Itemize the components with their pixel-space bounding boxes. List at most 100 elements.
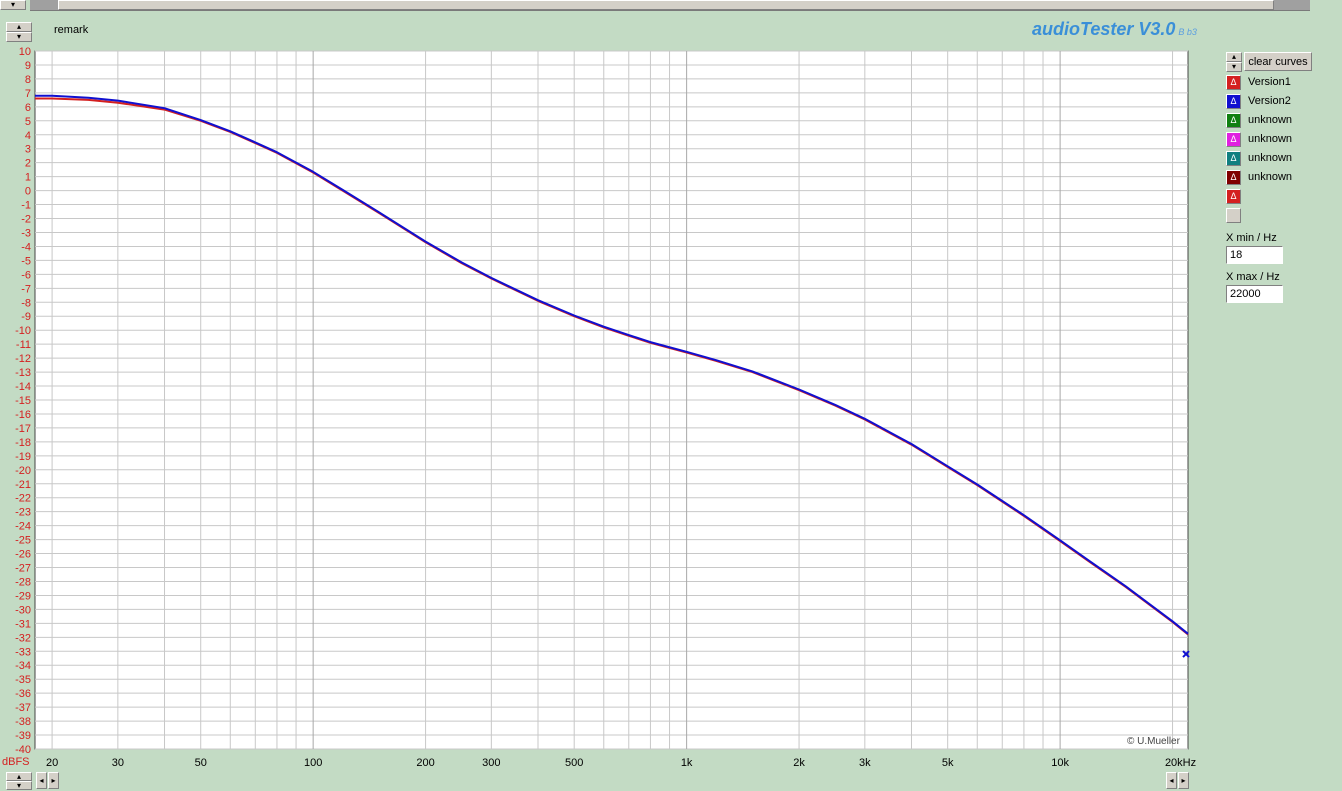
x-tick-label: 50 (195, 757, 207, 769)
y-tick-label: -13 (15, 367, 31, 379)
y-tick-label: 3 (25, 144, 31, 156)
y-tick-label: -27 (15, 563, 31, 575)
legend-row[interactable]: Δ (1226, 188, 1248, 204)
y-tick-label: 7 (25, 88, 31, 100)
y-tick-label: -21 (15, 479, 31, 491)
legend-color-button[interactable]: Δ (1226, 150, 1241, 166)
legend-spinner-down[interactable]: ▾ (1226, 62, 1242, 72)
x-tick-label: 200 (416, 757, 434, 769)
y-tick-label: -34 (15, 660, 31, 672)
y-tick-label: -37 (15, 702, 31, 714)
y-tick-label: -10 (15, 325, 31, 337)
x-tick-label: 500 (565, 757, 583, 769)
scroll-right-button[interactable]: ▸ (48, 772, 59, 789)
xmin-input[interactable] (1226, 246, 1283, 264)
y-tick-label: -25 (15, 535, 31, 547)
y-tick-label: 5 (25, 116, 31, 128)
y-tick-label: -36 (15, 688, 31, 700)
y-tick-label: -18 (15, 437, 31, 449)
legend-row[interactable]: Δunknown (1226, 169, 1292, 185)
y-tick-label: -30 (15, 604, 31, 616)
scroll-left-button[interactable]: ◂ (36, 772, 47, 789)
y-tick-label: -19 (15, 451, 31, 463)
y-tick-label: -8 (21, 297, 31, 309)
legend-row[interactable]: Δunknown (1226, 150, 1292, 166)
y-tick-label: -14 (15, 381, 31, 393)
y-tick-label: 0 (25, 186, 31, 198)
legend-label: unknown (1248, 152, 1293, 164)
y-tick-label: -15 (15, 395, 31, 407)
y-tick-label: -5 (21, 255, 31, 267)
legend-label: Version2 (1248, 95, 1291, 107)
y-tick-label: -2 (21, 214, 31, 226)
y-tick-label: -29 (15, 590, 31, 602)
y-tick-label: -28 (15, 576, 31, 588)
frequency-response-chart: 109876543210-1-2-3-4-5-6-7-8-9-10-11-12-… (2, 46, 1196, 769)
x-tick-label: 20kHz (1165, 757, 1196, 769)
y-tick-label: -4 (21, 241, 31, 253)
y-tick-label: -6 (21, 269, 31, 281)
legend-spinner[interactable]: ▴ ▾ (1226, 52, 1242, 72)
scroll-right-end-left-button[interactable]: ◂ (1166, 772, 1177, 789)
legend-row[interactable]: Δ Version2 (1226, 93, 1291, 109)
y-tick-label: -17 (15, 423, 31, 435)
y-tick-label: -12 (15, 353, 31, 365)
legend-color-button[interactable]: Δ (1226, 131, 1241, 147)
y-tick-label: 8 (25, 74, 31, 86)
legend-color-button[interactable]: Δ (1226, 188, 1241, 204)
bottom-left-spinner[interactable]: ▴ ▾ (6, 772, 32, 790)
y-tick-label: -33 (15, 646, 31, 658)
y-tick-label: -26 (15, 549, 31, 561)
y-tick-label: -11 (16, 339, 31, 351)
y-tick-label: 6 (25, 102, 31, 114)
y-tick-label: 1 (25, 172, 31, 184)
y-tick-label: -24 (15, 521, 31, 533)
x-tick-labels: 20 30 50 100 200 300 500 1k 2k 3k 5k 10k 20kHz (46, 757, 1196, 769)
legend-color-button[interactable]: Δ (1226, 93, 1241, 109)
legend-label: unknown (1248, 114, 1293, 126)
x-tick-label: 10k (1051, 757, 1069, 769)
legend-color-button[interactable]: Δ (1226, 74, 1241, 90)
y-tick-label: -3 (21, 227, 31, 239)
y-tick-label: -16 (15, 409, 31, 421)
y-tick-labels: 109876543210-1-2-3-4-5-6-7-8-9-10-11-12-… (15, 46, 31, 756)
x-tick-label: 3k (859, 757, 871, 769)
y-tick-label: 4 (25, 130, 31, 142)
y-tick-label: -39 (15, 730, 31, 742)
y-tick-label: 9 (25, 60, 31, 72)
legend-label: Version1 (1248, 76, 1291, 88)
y-tick-label: -23 (15, 507, 31, 519)
y-tick-label: 10 (19, 46, 31, 58)
scroll-right-end-right-button[interactable]: ▸ (1178, 772, 1189, 789)
legend-color-button[interactable]: Δ (1226, 169, 1241, 185)
bottom-spinner-down[interactable]: ▾ (6, 781, 32, 790)
x-tick-label: 300 (482, 757, 500, 769)
xmin-label: X min / Hz (1226, 232, 1277, 244)
y-axis-label: dBFS (2, 756, 30, 768)
y-tick-label: 2 (25, 158, 31, 170)
y-tick-label: -32 (15, 632, 31, 644)
legend-row[interactable]: Δ Version1 (1226, 74, 1291, 90)
legend-color-button[interactable]: Δ (1226, 112, 1241, 128)
x-tick-label: 30 (112, 757, 124, 769)
x-tick-label: 2k (793, 757, 805, 769)
legend-row[interactable]: Δunknown (1226, 131, 1292, 147)
legend-row[interactable] (1226, 207, 1248, 223)
y-tick-label: -38 (15, 716, 31, 728)
legend-label: unknown (1248, 133, 1293, 145)
xmax-label: X max / Hz (1226, 271, 1280, 283)
copyright-text: © U.Mueller (1127, 736, 1180, 747)
clear-curves-button[interactable]: clear curves (1244, 52, 1312, 71)
xmax-input[interactable] (1226, 285, 1283, 303)
x-tick-label: 20 (46, 757, 58, 769)
legend-spinner-up[interactable]: ▴ (1226, 52, 1242, 62)
x-tick-label: 100 (304, 757, 322, 769)
legend-color-button[interactable] (1226, 207, 1241, 223)
legend-label: unknown (1248, 171, 1293, 183)
legend-row[interactable]: Δunknown (1226, 112, 1292, 128)
bottom-spinner-up[interactable]: ▴ (6, 772, 32, 781)
y-tick-label: -9 (21, 311, 31, 323)
y-tick-label: -1 (21, 200, 31, 212)
x-tick-label: 1k (681, 757, 693, 769)
y-tick-label: -35 (15, 674, 31, 686)
